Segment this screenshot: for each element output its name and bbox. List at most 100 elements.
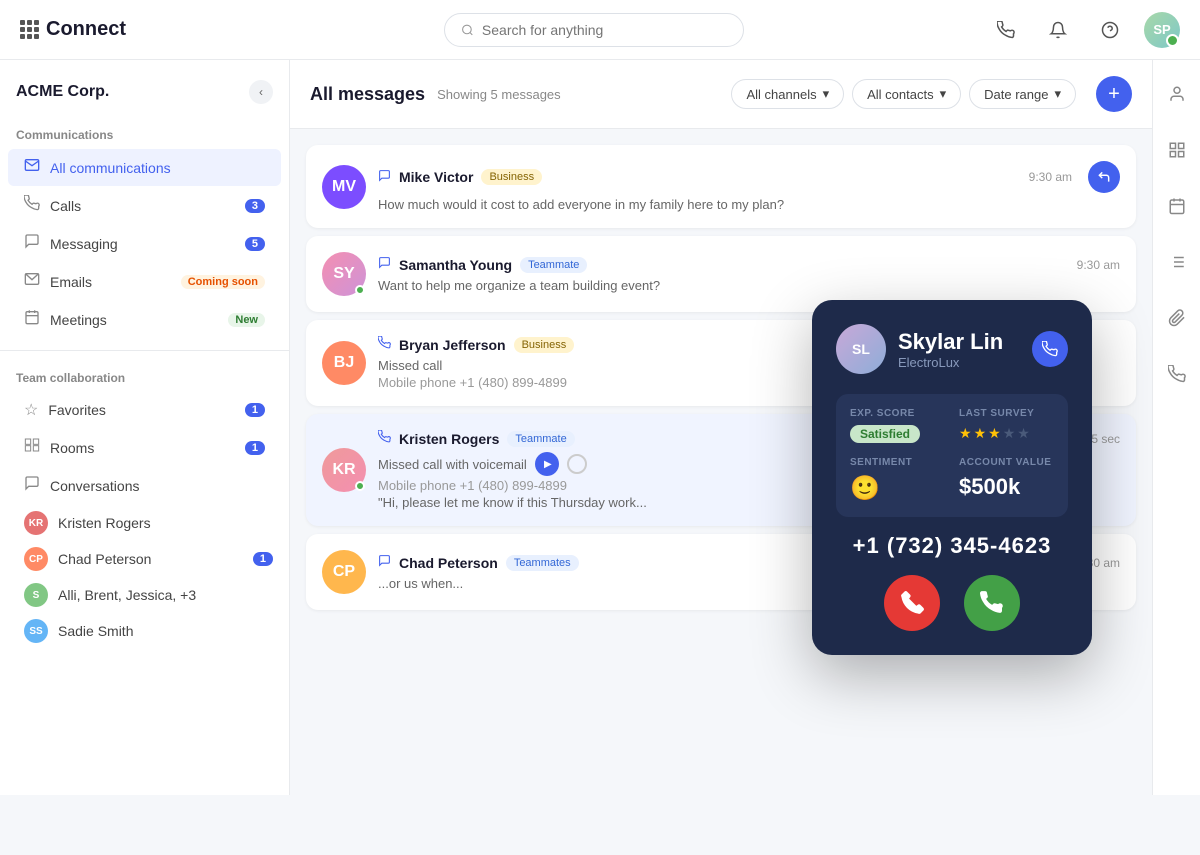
company-header: ACME Corp. ‹ <box>0 80 289 120</box>
accept-call-button[interactable] <box>964 575 1020 631</box>
star-4: ★ <box>1003 425 1016 442</box>
all-channels-filter[interactable]: All channels ▾ <box>731 79 844 109</box>
conversation-name: Sadie Smith <box>58 623 133 639</box>
reply-button[interactable] <box>1088 161 1120 193</box>
emails-label: Emails <box>50 274 92 290</box>
right-person-icon[interactable] <box>1159 76 1195 112</box>
phone-header-button[interactable] <box>988 12 1024 48</box>
right-sidebar <box>1152 60 1200 795</box>
msg-info: Samantha Young Teammate 9:30 am Want to … <box>378 256 1120 293</box>
call-action-icon[interactable] <box>1032 331 1068 367</box>
msg-time: 9:30 am <box>1029 170 1072 184</box>
rooms-badge: 1 <box>245 441 265 455</box>
conversation-kristen-rogers[interactable]: KR Kristen Rogers <box>8 505 289 541</box>
avatar-wrapper: SY <box>322 252 366 296</box>
sentiment-label: SENTIMENT <box>850 457 945 468</box>
right-phone-icon[interactable] <box>1159 356 1195 392</box>
add-button[interactable]: + <box>1096 76 1132 112</box>
help-icon[interactable] <box>1092 12 1128 48</box>
team-section-title: Team collaboration <box>0 363 289 391</box>
user-avatar[interactable]: SP <box>1144 12 1180 48</box>
msg-sender-name: Mike Victor <box>399 169 473 185</box>
msg-avatar: BJ <box>322 341 366 385</box>
exp-score-value: Satisfied <box>850 425 920 443</box>
star-1: ★ <box>959 425 972 442</box>
search-box[interactable] <box>444 13 744 47</box>
msg-preview: Want to help me organize a team building… <box>378 278 1120 293</box>
all-contacts-filter[interactable]: All contacts ▾ <box>852 79 961 109</box>
sidebar-item-conversations[interactable]: Conversations <box>8 467 281 504</box>
company-name: ACME Corp. <box>16 83 109 101</box>
caller-info: SL Skylar Lin ElectroLux <box>836 324 1068 374</box>
decline-call-button[interactable] <box>884 575 940 631</box>
communications-section-title: Communications <box>0 120 289 148</box>
conversation-sadie-smith[interactable]: SS Sadie Smith <box>8 613 289 649</box>
search-area <box>200 13 988 47</box>
msg-avatar: CP <box>322 550 366 594</box>
account-value: $500k <box>959 474 1020 499</box>
date-range-filter[interactable]: Date range ▾ <box>969 79 1076 109</box>
conversation-avatar: S <box>24 583 48 607</box>
meetings-label: Meetings <box>50 312 107 328</box>
conversations-label: Conversations <box>50 478 140 494</box>
survey-stars: ★ ★ ★ ★ ★ <box>959 425 1054 442</box>
msg-tag: Teammate <box>520 257 587 273</box>
last-survey-section: LAST SURVEY ★ ★ ★ ★ ★ <box>959 408 1054 443</box>
msg-sender-name: Kristen Rogers <box>399 431 499 447</box>
favorites-badge: 1 <box>245 403 265 417</box>
main-header: All messages Showing 5 messages All chan… <box>290 60 1152 129</box>
sentiment-emoji: 🙂 <box>850 475 880 502</box>
sidebar-item-all-communications[interactable]: All communications <box>8 149 281 186</box>
star-5: ★ <box>1017 425 1030 442</box>
collapse-sidebar-button[interactable]: ‹ <box>249 80 273 104</box>
sidebar-item-meetings[interactable]: Meetings New <box>8 301 281 338</box>
emails-badge: Coming soon <box>181 275 265 289</box>
last-survey-label: LAST SURVEY <box>959 408 1054 419</box>
conversation-name: Alli, Brent, Jessica, +3 <box>58 587 196 603</box>
main-layout: ACME Corp. ‹ Communications All communic… <box>0 60 1200 795</box>
messaging-badge: 5 <box>245 237 265 251</box>
sidebar-item-favorites[interactable]: ☆ Favorites 1 <box>8 392 281 428</box>
play-voicemail-button[interactable]: ▶ <box>535 452 559 476</box>
bell-icon[interactable] <box>1040 12 1076 48</box>
msg-sender-name: Bryan Jefferson <box>399 337 506 353</box>
messaging-icon <box>24 233 40 254</box>
conversation-chad-peterson[interactable]: CP Chad Peterson 1 <box>8 541 289 577</box>
search-input[interactable] <box>482 22 727 38</box>
conversation-avatar: CP <box>24 547 48 571</box>
sidebar-item-messaging[interactable]: Messaging 5 <box>8 225 281 262</box>
conversation-group[interactable]: S Alli, Brent, Jessica, +3 <box>8 577 289 613</box>
msg-tag: Teammates <box>506 555 579 571</box>
msg-channel-icon <box>378 256 391 274</box>
right-calendar-icon[interactable] <box>1159 188 1195 224</box>
msg-channel-icon <box>378 430 391 448</box>
message-card-mike-victor[interactable]: MV Mike Victor Business 9:30 am <box>306 145 1136 228</box>
chevron-down-icon: ▾ <box>823 86 830 102</box>
calls-label: Calls <box>50 198 81 214</box>
sidebar-item-rooms[interactable]: Rooms 1 <box>8 429 281 466</box>
right-clip-icon[interactable] <box>1159 300 1195 336</box>
emails-icon <box>24 271 40 292</box>
conversation-avatar: SS <box>24 619 48 643</box>
right-grid-icon[interactable] <box>1159 132 1195 168</box>
account-value-section: ACCOUNT VALUE $500k <box>959 457 1054 503</box>
right-list-icon[interactable] <box>1159 244 1195 280</box>
meetings-badge: New <box>228 313 265 327</box>
search-icon <box>461 23 474 37</box>
exp-score-section: EXP. SCORE Satisfied <box>850 408 945 443</box>
msg-channel-icon <box>378 336 391 354</box>
sentiment-section: SENTIMENT 🙂 <box>850 457 945 503</box>
sidebar-item-emails[interactable]: Emails Coming soon <box>8 263 281 300</box>
caller-name: Skylar Lin <box>898 329 1003 355</box>
caller-company: ElectroLux <box>898 355 1003 370</box>
app-logo: Connect <box>20 18 200 41</box>
sidebar-item-calls[interactable]: Calls 3 <box>8 187 281 224</box>
calling-card: SL Skylar Lin ElectroLux EXP. SCORE Sati… <box>812 300 1092 655</box>
online-indicator <box>355 481 365 491</box>
account-value-label: ACCOUNT VALUE <box>959 457 1054 468</box>
call-actions <box>836 575 1068 631</box>
rooms-label: Rooms <box>50 440 94 456</box>
msg-channel-icon <box>378 169 391 185</box>
conversations-icon <box>24 475 40 496</box>
online-indicator <box>355 285 365 295</box>
